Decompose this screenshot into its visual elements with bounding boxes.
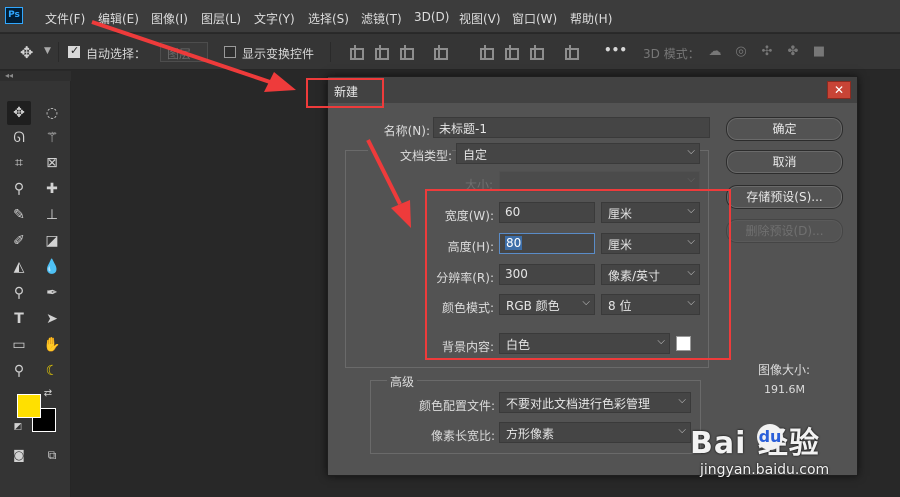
menu-view[interactable]: 视图(V): [459, 10, 501, 27]
magic-wand-icon[interactable]: ⚚: [40, 126, 64, 150]
marquee-tool-icon[interactable]: ◌: [40, 101, 64, 125]
pixel-aspect-value: 方形像素: [506, 427, 555, 441]
color-profile-value: 不要对此文档进行色彩管理: [506, 397, 651, 411]
ok-button[interactable]: 确定: [726, 117, 843, 141]
menu-select[interactable]: 选择(S): [308, 10, 349, 27]
color-profile-label: 颜色配置文件:: [418, 399, 495, 413]
menu-layer[interactable]: 图层(L): [201, 10, 241, 27]
stamp-tool-icon[interactable]: ⊥: [40, 203, 64, 227]
save-preset-button[interactable]: 存储预设(S)...: [726, 185, 843, 209]
divider: [330, 42, 331, 62]
rectangle-tool-icon[interactable]: ▭: [7, 333, 31, 357]
screen-mode-icon[interactable]: ⧉: [40, 443, 64, 467]
options-bar: ✥ ▼ 自动选择： 图层 显示变换控件 ••• 3D 模式： ☁ ◎ ✣ ✤ ■: [0, 34, 900, 70]
show-transform-checkbox[interactable]: [224, 46, 236, 58]
menu-type[interactable]: 文字(Y): [254, 10, 295, 27]
slide-3d-icon: ✤: [787, 44, 799, 59]
menu-edit[interactable]: 编辑(E): [98, 10, 139, 27]
paint-bucket-icon[interactable]: ◭: [7, 255, 31, 279]
image-size-value: 191.6M: [764, 383, 805, 396]
roll-3d-icon: ◎: [735, 44, 747, 59]
menu-file[interactable]: 文件(F): [45, 10, 85, 27]
menu-3d[interactable]: 3D(D): [414, 10, 449, 24]
watermark-logo: Bai 经验: [690, 426, 820, 461]
doc-type-value: 自定: [463, 148, 488, 162]
pixel-aspect-dropdown[interactable]: 方形像素 ⌵: [499, 422, 691, 443]
mode-3d-label: 3D 模式：: [643, 47, 700, 61]
distribute-top-icon[interactable]: [477, 45, 494, 60]
eyedropper-icon[interactable]: ⚲: [7, 177, 31, 201]
zoom-tool-icon[interactable]: ⚲: [7, 359, 31, 383]
tool-panel: ◂◂ ✥ ◌ ᘏ ⚚ ⌗ ⊠ ⚲ ✚ ✎ ⊥ ✐ ◪ ◭ 💧 ⚲ ✒ T ➤ ▭…: [0, 71, 71, 497]
scale-3d-icon: ■: [812, 44, 826, 59]
eraser-tool-icon[interactable]: ◪: [40, 229, 64, 253]
dodge-tool-icon[interactable]: ⚲: [7, 281, 31, 305]
pixel-aspect-label: 像素长宽比:: [430, 429, 495, 443]
show-transform-label: 显示变换控件: [242, 47, 315, 61]
distribute-bottom-icon[interactable]: [527, 45, 544, 60]
delete-preset-button: 删除预设(D)...: [726, 219, 843, 243]
color-profile-dropdown[interactable]: 不要对此文档进行色彩管理 ⌵: [499, 392, 691, 413]
chevron-down-icon: ⌵: [678, 425, 686, 436]
name-label: 名称(N):: [383, 124, 430, 138]
menu-help[interactable]: 帮助(H): [570, 10, 612, 27]
lasso-tool-icon[interactable]: ᘏ: [7, 126, 31, 150]
quick-mask-icon[interactable]: ◙: [7, 443, 31, 467]
advanced-label: 高级: [387, 373, 418, 390]
chevron-down-icon: ⌵: [687, 146, 695, 157]
paw-icon: du: [757, 424, 783, 450]
baidu-jingyan-watermark: Bai 经验 du jingyan.baidu.com: [690, 418, 890, 488]
chevron-down-icon[interactable]: ▼: [44, 46, 51, 56]
menu-filter[interactable]: 滤镜(T): [361, 10, 402, 27]
auto-select-label: 自动选择：: [86, 47, 147, 61]
name-input[interactable]: 未标题-1: [433, 117, 710, 138]
tool-panel-collapse[interactable]: ◂◂: [0, 71, 71, 81]
pen-tool-icon[interactable]: ✒: [40, 281, 64, 305]
chevron-down-icon: ⌵: [678, 395, 686, 406]
swap-colors-icon[interactable]: ⇄: [41, 387, 55, 401]
settings-highlight-box: [425, 189, 731, 360]
more-options-icon[interactable]: •••: [604, 43, 627, 57]
foreground-color-swatch[interactable]: [17, 394, 41, 418]
photoshop-logo: Ps: [5, 7, 23, 24]
move-tool-icon[interactable]: ✥: [20, 43, 33, 62]
doc-type-label: 文档类型:: [368, 147, 452, 164]
frame-tool-icon[interactable]: ⊠: [40, 151, 64, 175]
watermark-url: jingyan.baidu.com: [700, 462, 830, 478]
blur-tool-icon[interactable]: 💧: [40, 255, 64, 279]
type-tool-icon[interactable]: T: [7, 307, 31, 331]
history-brush-icon[interactable]: ✐: [7, 229, 31, 253]
close-icon[interactable]: ✕: [827, 81, 851, 99]
auto-select-checkbox[interactable]: [68, 44, 80, 58]
cancel-button[interactable]: 取消: [726, 150, 843, 174]
title-highlight-box: [306, 78, 384, 108]
menu-image[interactable]: 图像(I): [151, 10, 188, 27]
pan-3d-icon: ✣: [761, 44, 773, 59]
image-size-label: 图像大小:: [758, 363, 811, 377]
hand-tool-icon[interactable]: ✋: [40, 333, 64, 357]
align-bottom-icon[interactable]: [397, 45, 414, 60]
align-left-icon[interactable]: [431, 45, 448, 60]
auto-select-dropdown[interactable]: 图层: [160, 42, 208, 62]
dialog-titlebar[interactable]: 新建 ✕: [328, 77, 857, 103]
brush-tool-icon[interactable]: ✎: [7, 203, 31, 227]
distribute-left-icon[interactable]: [562, 45, 579, 60]
crop-tool-icon[interactable]: ⌗: [7, 151, 31, 175]
align-vcenter-icon[interactable]: [372, 45, 389, 60]
path-select-icon[interactable]: ➤: [40, 307, 64, 331]
move-tool-icon[interactable]: ✥: [7, 101, 31, 125]
distribute-vcenter-icon[interactable]: [502, 45, 519, 60]
default-colors-icon[interactable]: ◩: [12, 421, 24, 433]
menu-window[interactable]: 窗口(W): [512, 10, 557, 27]
banana-icon[interactable]: ☾: [40, 359, 64, 383]
align-top-icon[interactable]: [347, 45, 364, 60]
healing-brush-icon[interactable]: ✚: [40, 177, 64, 201]
chevron-down-icon: ⌵: [687, 174, 695, 185]
orbit-3d-icon: ☁: [708, 44, 722, 59]
menubar: Ps 文件(F) 编辑(E) 图像(I) 图层(L) 文字(Y) 选择(S) 滤…: [0, 0, 900, 33]
divider: [58, 42, 59, 62]
doc-type-dropdown[interactable]: 自定 ⌵: [456, 143, 700, 164]
